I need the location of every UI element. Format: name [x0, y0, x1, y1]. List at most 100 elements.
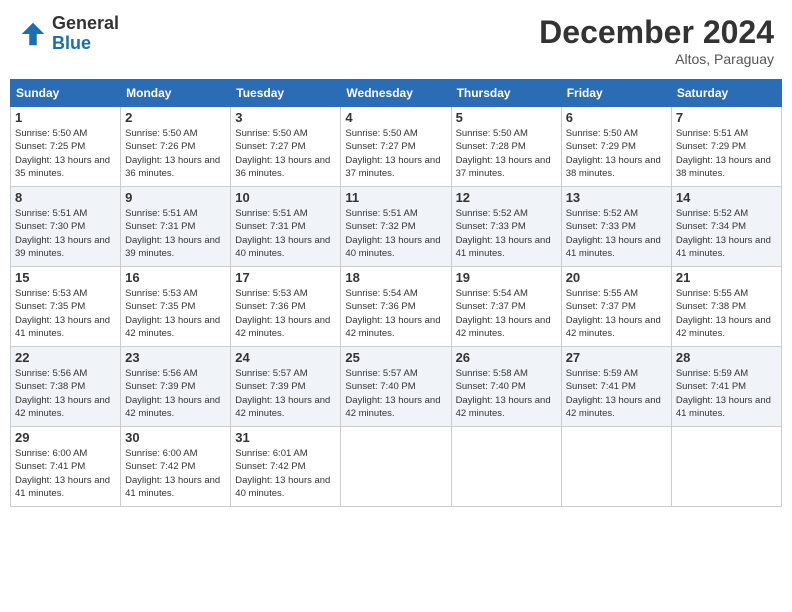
- day-number: 27: [566, 350, 667, 365]
- day-info: Sunrise: 5:50 AMSunset: 7:26 PMDaylight:…: [125, 127, 226, 180]
- calendar-cell: 15 Sunrise: 5:53 AMSunset: 7:35 PMDaylig…: [11, 267, 121, 347]
- weekday-header-friday: Friday: [561, 80, 671, 107]
- calendar-cell: 11 Sunrise: 5:51 AMSunset: 7:32 PMDaylig…: [341, 187, 451, 267]
- calendar-cell: 17 Sunrise: 5:53 AMSunset: 7:36 PMDaylig…: [231, 267, 341, 347]
- day-info: Sunrise: 5:51 AMSunset: 7:30 PMDaylight:…: [15, 207, 116, 260]
- calendar-cell: [561, 427, 671, 507]
- day-number: 29: [15, 430, 116, 445]
- calendar-cell: 3 Sunrise: 5:50 AMSunset: 7:27 PMDayligh…: [231, 107, 341, 187]
- calendar-table: SundayMondayTuesdayWednesdayThursdayFrid…: [10, 79, 782, 507]
- weekday-header-wednesday: Wednesday: [341, 80, 451, 107]
- day-number: 28: [676, 350, 777, 365]
- calendar-week-row: 8 Sunrise: 5:51 AMSunset: 7:30 PMDayligh…: [11, 187, 782, 267]
- day-number: 25: [345, 350, 446, 365]
- calendar-cell: 10 Sunrise: 5:51 AMSunset: 7:31 PMDaylig…: [231, 187, 341, 267]
- day-info: Sunrise: 5:59 AMSunset: 7:41 PMDaylight:…: [566, 367, 667, 420]
- calendar-cell: 19 Sunrise: 5:54 AMSunset: 7:37 PMDaylig…: [451, 267, 561, 347]
- day-number: 21: [676, 270, 777, 285]
- day-info: Sunrise: 5:53 AMSunset: 7:35 PMDaylight:…: [125, 287, 226, 340]
- day-number: 30: [125, 430, 226, 445]
- weekday-header-tuesday: Tuesday: [231, 80, 341, 107]
- day-number: 15: [15, 270, 116, 285]
- day-number: 31: [235, 430, 336, 445]
- day-number: 23: [125, 350, 226, 365]
- logo: General Blue: [18, 14, 119, 54]
- day-info: Sunrise: 5:54 AMSunset: 7:37 PMDaylight:…: [456, 287, 557, 340]
- day-number: 5: [456, 110, 557, 125]
- calendar-cell: 13 Sunrise: 5:52 AMSunset: 7:33 PMDaylig…: [561, 187, 671, 267]
- calendar-cell: 24 Sunrise: 5:57 AMSunset: 7:39 PMDaylig…: [231, 347, 341, 427]
- calendar-cell: 16 Sunrise: 5:53 AMSunset: 7:35 PMDaylig…: [121, 267, 231, 347]
- day-number: 26: [456, 350, 557, 365]
- day-number: 22: [15, 350, 116, 365]
- day-number: 4: [345, 110, 446, 125]
- day-number: 2: [125, 110, 226, 125]
- calendar-cell: 18 Sunrise: 5:54 AMSunset: 7:36 PMDaylig…: [341, 267, 451, 347]
- logo-icon: [18, 19, 48, 49]
- calendar-cell: 1 Sunrise: 5:50 AMSunset: 7:25 PMDayligh…: [11, 107, 121, 187]
- day-info: Sunrise: 5:52 AMSunset: 7:33 PMDaylight:…: [566, 207, 667, 260]
- logo-blue: Blue: [52, 34, 119, 54]
- calendar-cell: 21 Sunrise: 5:55 AMSunset: 7:38 PMDaylig…: [671, 267, 781, 347]
- day-info: Sunrise: 5:58 AMSunset: 7:40 PMDaylight:…: [456, 367, 557, 420]
- day-number: 20: [566, 270, 667, 285]
- day-info: Sunrise: 5:57 AMSunset: 7:39 PMDaylight:…: [235, 367, 336, 420]
- day-number: 16: [125, 270, 226, 285]
- day-number: 12: [456, 190, 557, 205]
- calendar-cell: 20 Sunrise: 5:55 AMSunset: 7:37 PMDaylig…: [561, 267, 671, 347]
- day-number: 11: [345, 190, 446, 205]
- calendar-week-row: 22 Sunrise: 5:56 AMSunset: 7:38 PMDaylig…: [11, 347, 782, 427]
- calendar-cell: 9 Sunrise: 5:51 AMSunset: 7:31 PMDayligh…: [121, 187, 231, 267]
- day-info: Sunrise: 5:54 AMSunset: 7:36 PMDaylight:…: [345, 287, 446, 340]
- day-number: 24: [235, 350, 336, 365]
- calendar-cell: 28 Sunrise: 5:59 AMSunset: 7:41 PMDaylig…: [671, 347, 781, 427]
- day-number: 1: [15, 110, 116, 125]
- day-number: 14: [676, 190, 777, 205]
- day-info: Sunrise: 5:50 AMSunset: 7:29 PMDaylight:…: [566, 127, 667, 180]
- day-info: Sunrise: 5:50 AMSunset: 7:27 PMDaylight:…: [235, 127, 336, 180]
- calendar-cell: 22 Sunrise: 5:56 AMSunset: 7:38 PMDaylig…: [11, 347, 121, 427]
- day-info: Sunrise: 5:56 AMSunset: 7:39 PMDaylight:…: [125, 367, 226, 420]
- calendar-week-row: 15 Sunrise: 5:53 AMSunset: 7:35 PMDaylig…: [11, 267, 782, 347]
- calendar-cell: 6 Sunrise: 5:50 AMSunset: 7:29 PMDayligh…: [561, 107, 671, 187]
- logo-general: General: [52, 14, 119, 34]
- day-info: Sunrise: 6:00 AMSunset: 7:42 PMDaylight:…: [125, 447, 226, 500]
- month-title: December 2024: [539, 14, 774, 51]
- calendar-cell: 7 Sunrise: 5:51 AMSunset: 7:29 PMDayligh…: [671, 107, 781, 187]
- calendar-cell: [451, 427, 561, 507]
- day-number: 18: [345, 270, 446, 285]
- day-info: Sunrise: 5:51 AMSunset: 7:29 PMDaylight:…: [676, 127, 777, 180]
- day-info: Sunrise: 5:51 AMSunset: 7:31 PMDaylight:…: [235, 207, 336, 260]
- day-info: Sunrise: 5:51 AMSunset: 7:32 PMDaylight:…: [345, 207, 446, 260]
- calendar-cell: 12 Sunrise: 5:52 AMSunset: 7:33 PMDaylig…: [451, 187, 561, 267]
- title-section: December 2024 Altos, Paraguay: [539, 14, 774, 67]
- calendar-cell: 27 Sunrise: 5:59 AMSunset: 7:41 PMDaylig…: [561, 347, 671, 427]
- calendar-cell: 31 Sunrise: 6:01 AMSunset: 7:42 PMDaylig…: [231, 427, 341, 507]
- day-number: 8: [15, 190, 116, 205]
- day-info: Sunrise: 5:57 AMSunset: 7:40 PMDaylight:…: [345, 367, 446, 420]
- calendar-cell: 5 Sunrise: 5:50 AMSunset: 7:28 PMDayligh…: [451, 107, 561, 187]
- calendar-cell: [341, 427, 451, 507]
- weekday-header-row: SundayMondayTuesdayWednesdayThursdayFrid…: [11, 80, 782, 107]
- day-info: Sunrise: 5:53 AMSunset: 7:36 PMDaylight:…: [235, 287, 336, 340]
- calendar-cell: 14 Sunrise: 5:52 AMSunset: 7:34 PMDaylig…: [671, 187, 781, 267]
- calendar-cell: 4 Sunrise: 5:50 AMSunset: 7:27 PMDayligh…: [341, 107, 451, 187]
- calendar-cell: 23 Sunrise: 5:56 AMSunset: 7:39 PMDaylig…: [121, 347, 231, 427]
- day-info: Sunrise: 5:50 AMSunset: 7:28 PMDaylight:…: [456, 127, 557, 180]
- logo-text: General Blue: [52, 14, 119, 54]
- day-number: 13: [566, 190, 667, 205]
- location-subtitle: Altos, Paraguay: [539, 51, 774, 67]
- day-info: Sunrise: 5:53 AMSunset: 7:35 PMDaylight:…: [15, 287, 116, 340]
- day-info: Sunrise: 5:52 AMSunset: 7:33 PMDaylight:…: [456, 207, 557, 260]
- calendar-cell: 29 Sunrise: 6:00 AMSunset: 7:41 PMDaylig…: [11, 427, 121, 507]
- day-info: Sunrise: 5:55 AMSunset: 7:37 PMDaylight:…: [566, 287, 667, 340]
- page-header: General Blue December 2024 Altos, Paragu…: [10, 10, 782, 71]
- day-info: Sunrise: 5:55 AMSunset: 7:38 PMDaylight:…: [676, 287, 777, 340]
- weekday-header-sunday: Sunday: [11, 80, 121, 107]
- day-number: 10: [235, 190, 336, 205]
- day-info: Sunrise: 5:50 AMSunset: 7:27 PMDaylight:…: [345, 127, 446, 180]
- day-number: 17: [235, 270, 336, 285]
- calendar-cell: 26 Sunrise: 5:58 AMSunset: 7:40 PMDaylig…: [451, 347, 561, 427]
- calendar-cell: [671, 427, 781, 507]
- day-info: Sunrise: 5:50 AMSunset: 7:25 PMDaylight:…: [15, 127, 116, 180]
